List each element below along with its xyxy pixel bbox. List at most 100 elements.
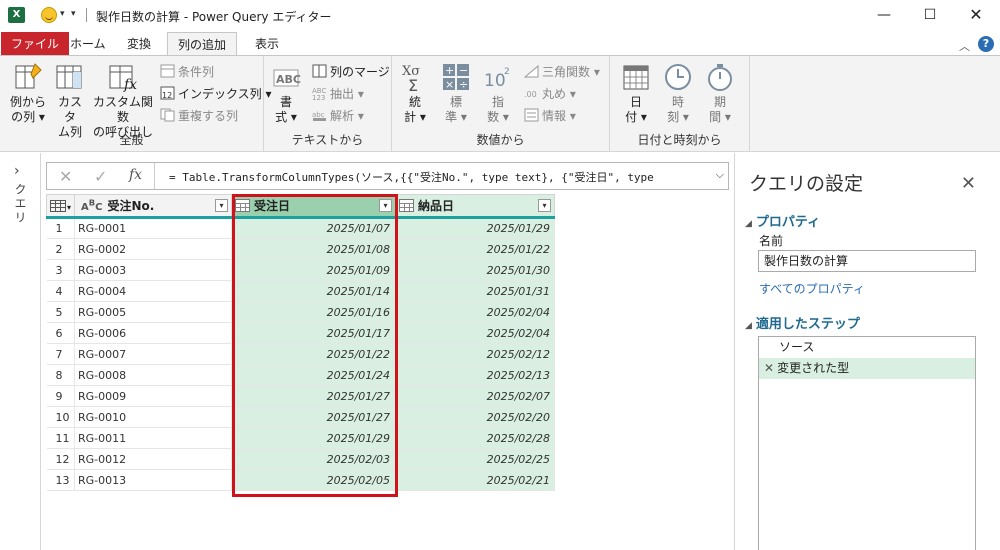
delivery-date-cell[interactable]: 2025/02/21 (395, 469, 555, 491)
tab-home[interactable]: ホーム (60, 32, 116, 56)
help-icon[interactable]: ? (978, 36, 994, 52)
column-header-order-no[interactable]: ABC 受注No. ▾ (74, 194, 232, 219)
merge-columns-button[interactable]: 列のマージ (312, 63, 390, 81)
scientific-button[interactable]: 10 2 指 数 ▾ (482, 62, 514, 125)
table-row[interactable]: 7 RG-0007 2025/01/22 2025/02/12 (46, 343, 555, 365)
order-date-cell[interactable]: 2025/01/17 (231, 322, 396, 344)
delivery-date-cell[interactable]: 2025/02/04 (395, 301, 555, 323)
extract-button[interactable]: ABC 123 抽出 ▾ (312, 85, 364, 103)
order-no-cell[interactable]: RG-0005 (74, 301, 232, 323)
order-date-cell[interactable]: 2025/01/09 (231, 259, 396, 281)
order-no-cell[interactable]: RG-0008 (74, 364, 232, 386)
maximize-button[interactable]: ☐ (918, 4, 942, 26)
delivery-date-cell[interactable]: 2025/01/31 (395, 280, 555, 302)
table-row[interactable]: 8 RG-0008 2025/01/24 2025/02/13 (46, 364, 555, 386)
table-row[interactable]: 2 RG-0002 2025/01/08 2025/01/22 (46, 238, 555, 260)
order-date-cell[interactable]: 2025/02/03 (231, 448, 396, 470)
custom-column-button[interactable]: カスタ ム列 (54, 62, 86, 140)
delivery-date-cell[interactable]: 2025/01/30 (395, 259, 555, 281)
queries-pane[interactable]: › クエリ (0, 153, 41, 550)
column-from-examples-button[interactable]: 例から の列 ▾ (6, 62, 50, 125)
date-button[interactable]: 日 付 ▾ (620, 62, 652, 125)
all-properties-link[interactable]: すべてのプロパティ (759, 280, 865, 297)
table-row[interactable]: 11 RG-0011 2025/01/29 2025/02/28 (46, 427, 555, 449)
cancel-formula-icon[interactable]: ✕ (59, 167, 72, 186)
delivery-date-cell[interactable]: 2025/02/04 (395, 322, 555, 344)
format-button[interactable]: ABC 書 式 ▾ (270, 62, 302, 125)
filter-dropdown-icon[interactable]: ▾ (379, 199, 392, 212)
formula-input[interactable]: = Table.TransformColumnTypes(ソース,{{"受注No… (169, 169, 654, 185)
order-date-cell[interactable]: 2025/02/05 (231, 469, 396, 491)
column-header-order-date[interactable]: 受注日 ▾ (231, 194, 396, 219)
tab-transform[interactable]: 変換 (117, 32, 161, 56)
order-no-cell[interactable]: RG-0001 (74, 217, 232, 239)
order-no-cell[interactable]: RG-0012 (74, 448, 232, 470)
order-date-cell[interactable]: 2025/01/22 (231, 343, 396, 365)
table-row[interactable]: 12 RG-0012 2025/02/03 2025/02/25 (46, 448, 555, 470)
order-no-cell[interactable]: RG-0011 (74, 427, 232, 449)
table-row[interactable]: 6 RG-0006 2025/01/17 2025/02/04 (46, 322, 555, 344)
information-button[interactable]: 情報 ▾ (524, 107, 576, 125)
step-source[interactable]: ソース (759, 337, 975, 358)
close-icon[interactable]: ✕ (961, 173, 976, 194)
delivery-date-cell[interactable]: 2025/01/29 (395, 217, 555, 239)
table-row[interactable]: 1 RG-0001 2025/01/07 2025/01/29 (46, 217, 555, 239)
order-no-cell[interactable]: RG-0002 (74, 238, 232, 260)
order-no-cell[interactable]: RG-0003 (74, 259, 232, 281)
order-no-cell[interactable]: RG-0009 (74, 385, 232, 407)
tab-add-column[interactable]: 列の追加 (167, 32, 238, 56)
filter-dropdown-icon[interactable]: ▾ (215, 199, 228, 212)
properties-section-header[interactable]: ◢ プロパティ (745, 211, 820, 230)
step-changed-type[interactable]: ✕ 変更された型 (759, 358, 975, 379)
minimize-button[interactable]: — (872, 4, 896, 26)
order-date-cell[interactable]: 2025/01/08 (231, 238, 396, 260)
table-row[interactable]: 4 RG-0004 2025/01/14 2025/01/31 (46, 280, 555, 302)
feedback-smiley-icon[interactable] (41, 7, 57, 23)
duplicate-column-button[interactable]: 重複する列 (160, 107, 238, 125)
collapse-ribbon-icon[interactable]: ︿ (959, 38, 970, 54)
table-row[interactable]: 3 RG-0003 2025/01/09 2025/01/30 (46, 259, 555, 281)
customize-toolbar-icon[interactable]: ▾ (71, 9, 76, 19)
filter-dropdown-icon[interactable]: ▾ (538, 199, 551, 212)
expand-formula-icon[interactable]: ⌵ (716, 168, 724, 182)
order-date-cell[interactable]: 2025/01/07 (231, 217, 396, 239)
order-no-cell[interactable]: RG-0013 (74, 469, 232, 491)
tab-file[interactable]: ファイル (1, 32, 70, 56)
table-row[interactable]: 5 RG-0005 2025/01/16 2025/02/04 (46, 301, 555, 323)
rounding-button[interactable]: .00 丸め ▾ (524, 85, 576, 103)
delivery-date-cell[interactable]: 2025/02/25 (395, 448, 555, 470)
delivery-date-cell[interactable]: 2025/02/20 (395, 406, 555, 428)
standard-button[interactable]: + − × ÷ 標 準 ▾ (440, 62, 472, 125)
delivery-date-cell[interactable]: 2025/02/28 (395, 427, 555, 449)
column-header-delivery-date[interactable]: 納品日 ▾ (395, 194, 555, 219)
invoke-custom-function-button[interactable]: fx カスタム関数 の呼び出し (90, 62, 156, 140)
conditional-column-button[interactable]: 条件列 (160, 63, 214, 81)
index-column-button[interactable]: 12 インデックス列 ▾ (160, 85, 272, 103)
delivery-date-cell[interactable]: 2025/02/12 (395, 343, 555, 365)
order-date-cell[interactable]: 2025/01/16 (231, 301, 396, 323)
applied-steps-section-header[interactable]: ◢ 適用したステップ (745, 313, 860, 332)
delivery-date-cell[interactable]: 2025/02/07 (395, 385, 555, 407)
table-menu-button[interactable]: ▾ (46, 194, 75, 219)
order-no-cell[interactable]: RG-0004 (74, 280, 232, 302)
order-no-cell[interactable]: RG-0010 (74, 406, 232, 428)
query-name-input[interactable]: 製作日数の計算 (758, 250, 976, 272)
order-date-cell[interactable]: 2025/01/29 (231, 427, 396, 449)
delivery-date-cell[interactable]: 2025/02/13 (395, 364, 555, 386)
order-date-cell[interactable]: 2025/01/24 (231, 364, 396, 386)
commit-formula-icon[interactable]: ✓ (94, 167, 107, 186)
expand-queries-icon[interactable]: › (14, 163, 20, 179)
chevron-down-icon[interactable]: ▾ (60, 9, 65, 19)
table-row[interactable]: 13 RG-0013 2025/02/05 2025/02/21 (46, 469, 555, 491)
fx-icon[interactable]: fx (129, 167, 142, 183)
delivery-date-cell[interactable]: 2025/01/22 (395, 238, 555, 260)
time-button[interactable]: 時 刻 ▾ (662, 62, 694, 125)
delete-step-icon[interactable]: ✕ (764, 361, 774, 375)
trigonometry-button[interactable]: 三角関数 ▾ (523, 63, 600, 81)
tab-view[interactable]: 表示 (245, 32, 289, 56)
table-row[interactable]: 9 RG-0009 2025/01/27 2025/02/07 (46, 385, 555, 407)
table-row[interactable]: 10 RG-0010 2025/01/27 2025/02/20 (46, 406, 555, 428)
order-date-cell[interactable]: 2025/01/14 (231, 280, 396, 302)
duration-button[interactable]: 期 間 ▾ (704, 62, 736, 125)
order-no-cell[interactable]: RG-0006 (74, 322, 232, 344)
